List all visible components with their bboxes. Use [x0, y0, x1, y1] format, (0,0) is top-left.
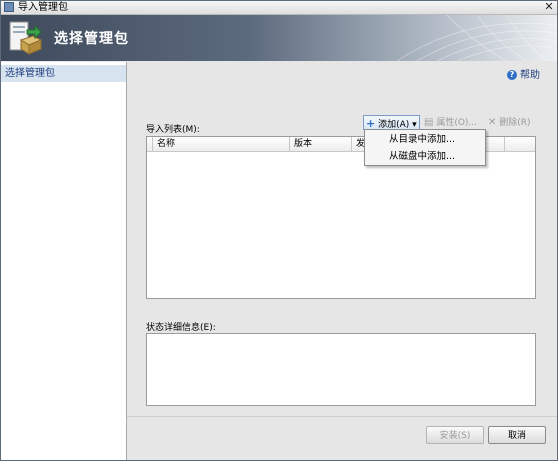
install-button[interactable]: 安装(S) [426, 426, 484, 444]
sidebar-item-select-pack[interactable]: 选择管理包 [1, 65, 126, 82]
add-button[interactable]: + 添加(A) ▾ [363, 115, 420, 130]
delete-icon: ✕ [488, 117, 497, 128]
delete-button-label: 删除(R) [499, 118, 531, 128]
close-icon[interactable]: ✕ [543, 1, 555, 13]
column-header-name[interactable]: 名称 [153, 137, 290, 151]
title-bar: 导入管理包 ✕ [1, 1, 557, 15]
properties-button[interactable]: ▤ 属性(O)... [424, 115, 477, 130]
help-link[interactable]: ? 帮助 [507, 70, 540, 82]
import-list-label: 导入列表(M): [146, 125, 200, 135]
status-details-box[interactable] [146, 333, 536, 406]
footer-divider [127, 416, 557, 417]
help-label: 帮助 [520, 70, 540, 81]
menu-item-add-from-catalog[interactable]: 从目录中添加... [365, 132, 485, 148]
import-management-pack-window: 导入管理包 ✕ 选择管理包 选择管理包 ? 帮助 导入列表(M): + 添加(A… [0, 0, 558, 461]
window-title: 导入管理包 [18, 2, 68, 13]
properties-button-label: 属性(O)... [436, 118, 478, 128]
help-icon: ? [507, 70, 517, 80]
decorative-mesh [396, 15, 557, 61]
management-pack-icon [9, 21, 43, 55]
status-details-label: 状态详细信息(E): [146, 323, 216, 333]
column-header-extra [505, 137, 535, 151]
add-dropdown-menu: 从目录中添加... 从磁盘中添加... [364, 129, 486, 166]
wizard-header: 选择管理包 [1, 15, 557, 61]
sidebar: 选择管理包 [1, 62, 127, 460]
page-title: 选择管理包 [54, 31, 129, 47]
delete-button[interactable]: ✕ 删除(R) [488, 115, 531, 130]
properties-icon: ▤ [424, 117, 434, 128]
app-icon [4, 2, 14, 12]
cancel-button[interactable]: 取消 [488, 426, 546, 444]
column-header-version[interactable]: 版本 [290, 137, 352, 151]
menu-item-add-from-disk[interactable]: 从磁盘中添加... [365, 149, 485, 165]
